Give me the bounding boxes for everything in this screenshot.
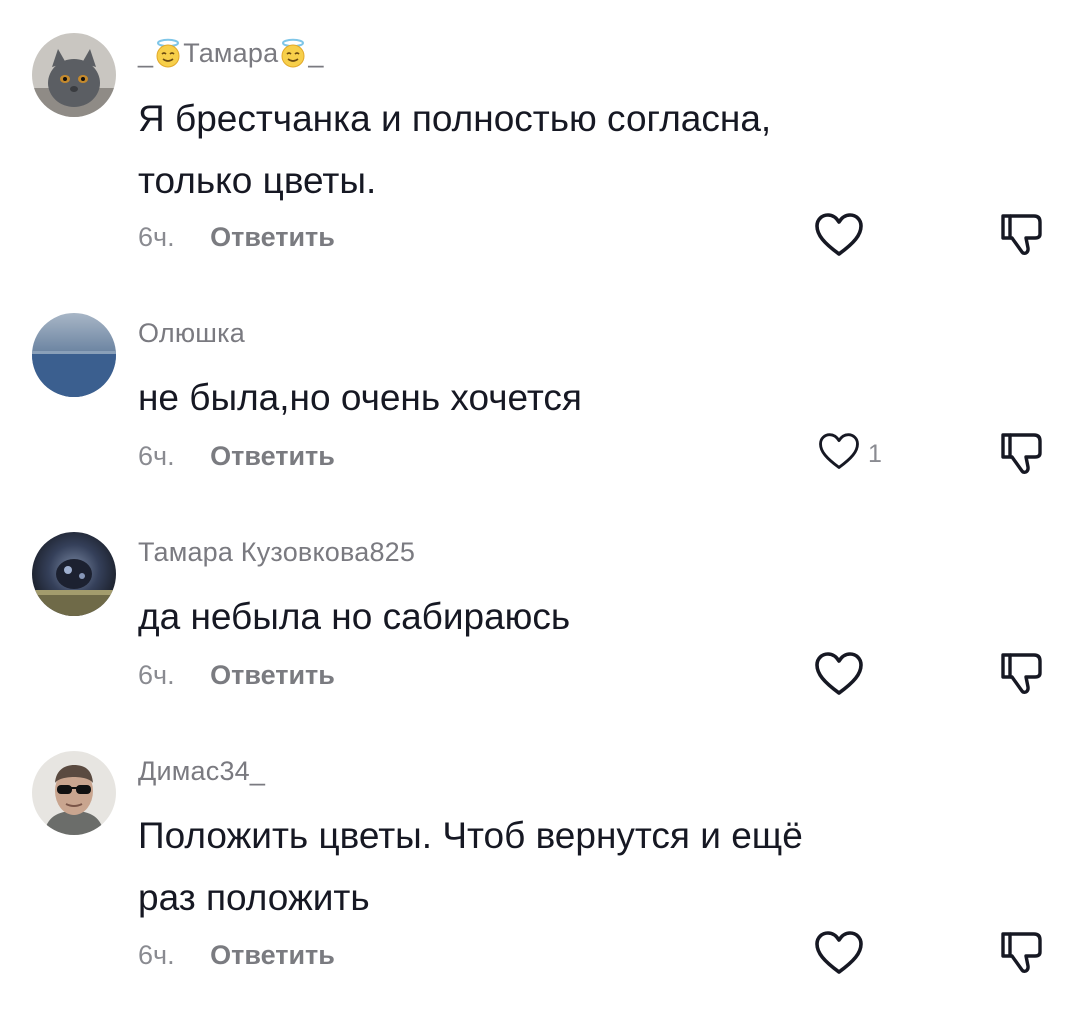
- comment-username[interactable]: Димас34_: [138, 756, 265, 787]
- reply-button[interactable]: Ответить: [210, 660, 335, 690]
- landscape-avatar-image: [32, 313, 116, 397]
- comment-username[interactable]: _ Тамара _: [138, 38, 324, 69]
- comment-text-line: раз положить: [138, 877, 370, 918]
- comment-time: 6ч.: [138, 660, 175, 690]
- comment-text-line: только цветы.: [138, 160, 377, 201]
- comment-time: 6ч.: [138, 441, 175, 471]
- comment-text-line: не была,но очень хочется: [138, 377, 582, 418]
- heart-outline-icon[interactable]: [814, 213, 864, 257]
- reply-button[interactable]: Ответить: [210, 441, 335, 471]
- man-sunglasses-avatar-image: [32, 751, 116, 835]
- avatar[interactable]: [32, 33, 116, 117]
- avatar[interactable]: [32, 532, 116, 616]
- heart-outline-icon[interactable]: [818, 433, 860, 470]
- cat-avatar-image: [32, 33, 116, 117]
- comment-time: 6ч.: [138, 940, 175, 970]
- comment-username[interactable]: Тамара Кузовкова825: [138, 537, 415, 568]
- halo-smile-emoji-icon: [156, 38, 180, 68]
- reply-button[interactable]: Ответить: [210, 222, 335, 252]
- thumbs-down-outline-icon[interactable]: [998, 650, 1046, 696]
- avatar[interactable]: [32, 313, 116, 397]
- comment-time: 6ч.: [138, 222, 175, 252]
- username-suffix: _: [308, 38, 324, 68]
- dark-photo-avatar-image: [32, 532, 116, 616]
- heart-outline-icon[interactable]: [814, 931, 864, 975]
- comment-meta: 6ч. Ответить: [138, 660, 335, 691]
- comment-text: да небыла но сабираюсь: [138, 586, 570, 648]
- comment-meta: 6ч. Ответить: [138, 222, 335, 253]
- thumbs-down-outline-icon[interactable]: [998, 929, 1046, 975]
- reply-button[interactable]: Ответить: [210, 940, 335, 970]
- username-main: Тамара: [183, 38, 279, 68]
- halo-smile-emoji-icon: [281, 38, 305, 68]
- heart-outline-icon[interactable]: [814, 652, 864, 696]
- comment-text-line: Я брестчанка и полностью согласна,: [138, 98, 772, 139]
- thumbs-down-outline-icon[interactable]: [998, 430, 1046, 476]
- like-count: 1: [868, 440, 882, 468]
- comment-text-line: Положить цветы. Чтоб вернутся и ещё: [138, 815, 803, 856]
- comment-text: не была,но очень хочется: [138, 367, 582, 429]
- avatar[interactable]: [32, 751, 116, 835]
- comment-text: Положить цветы. Чтоб вернутся и ещё раз …: [138, 805, 803, 929]
- comment-meta: 6ч. Ответить: [138, 940, 335, 971]
- username-prefix: _: [138, 38, 154, 68]
- comment-username[interactable]: Олюшка: [138, 318, 245, 349]
- comment-meta: 6ч. Ответить: [138, 441, 335, 472]
- comment-text-line: да небыла но сабираюсь: [138, 596, 571, 637]
- thumbs-down-outline-icon[interactable]: [998, 211, 1046, 257]
- comment-text: Я брестчанка и полностью согласна, тольк…: [138, 88, 771, 212]
